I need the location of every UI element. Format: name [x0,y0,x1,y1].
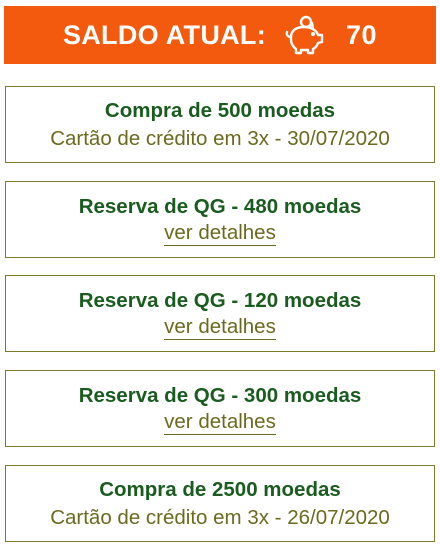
transaction-card: Compra de 2500 moedas Cartão de crédito … [5,465,435,542]
transaction-title: Compra de 500 moedas [104,98,336,122]
details-link[interactable]: ver detalhes [164,410,276,435]
balance-header: SALDO ATUAL: 70 [4,6,436,64]
details-link[interactable]: ver detalhes [164,315,276,340]
piggy-bank-icon [282,13,326,57]
transaction-card: Reserva de QG - 480 moedas ver detalhes [5,181,435,258]
transaction-title: Compra de 2500 moedas [99,477,341,501]
transaction-title: Reserva de QG - 300 moedas [78,384,362,407]
balance-value: 70 [346,19,378,50]
transaction-card: Reserva de QG - 120 moedas ver detalhes [5,275,435,352]
transaction-card: Compra de 500 moedas Cartão de crédito e… [5,86,435,163]
transaction-title: Reserva de QG - 120 moedas [78,289,362,312]
transaction-card: Reserva de QG - 300 moedas ver detalhes [5,370,435,447]
transaction-subtitle: Cartão de crédito em 3x - 30/07/2020 [50,126,390,150]
transaction-subtitle: Cartão de crédito em 3x - 26/07/2020 [50,505,390,529]
details-link[interactable]: ver detalhes [164,221,276,246]
balance-label: SALDO ATUAL: [62,19,267,50]
transaction-title: Reserva de QG - 480 moedas [78,195,362,218]
